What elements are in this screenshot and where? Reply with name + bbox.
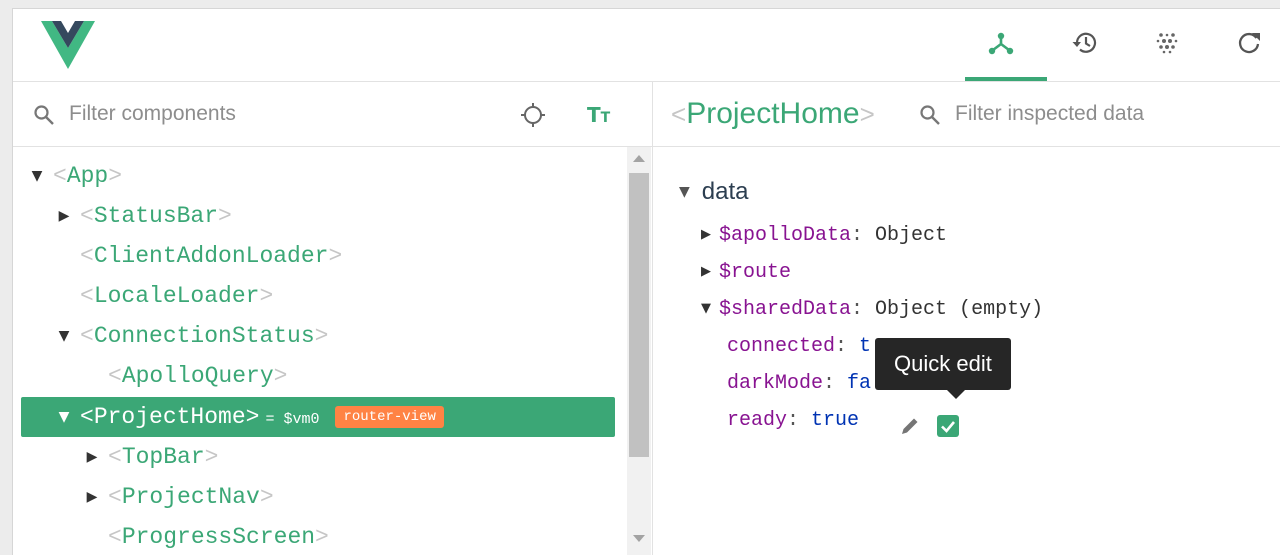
expand-arrow-icon[interactable]: ▼	[54, 397, 74, 437]
inspector-filter-bar: <ProjectHome>	[653, 82, 1280, 147]
search-icon	[920, 105, 940, 125]
expand-arrow-icon[interactable]: ▶	[82, 477, 102, 517]
top-toolbar	[13, 9, 1280, 82]
scrollbar-thumb[interactable]	[629, 173, 649, 457]
inspector-pane: <ProjectHome> ▼data ▶$apolloData: Object…	[653, 82, 1280, 555]
prop-shareddata[interactable]: ▼ $sharedData: Object (empty)	[701, 298, 1043, 321]
tree-node-clientaddonloader[interactable]: <ClientAddonLoader>	[21, 236, 615, 276]
prop-ready[interactable]: ready: true	[727, 409, 859, 432]
filter-components-input[interactable]	[69, 100, 489, 128]
quick-edit-tooltip: Quick edit	[875, 338, 1011, 390]
active-tab-indicator	[965, 77, 1047, 81]
tree-node-projectnav[interactable]: ▶ <ProjectNav>	[21, 477, 615, 517]
expand-arrow-icon[interactable]: ▶	[82, 437, 102, 477]
select-component-target-icon[interactable]	[519, 101, 547, 129]
tree-node-projecthome-selected[interactable]: ▼ <ProjectHome> = $vm0 router-view	[21, 397, 615, 437]
history-tab-button[interactable]	[1067, 25, 1103, 61]
collapse-arrow-icon[interactable]: ▼	[679, 184, 690, 200]
refresh-icon	[1238, 32, 1260, 54]
quick-edit-checkbox[interactable]	[937, 415, 959, 437]
tree-node-apolloquery[interactable]: <ApolloQuery>	[21, 356, 615, 396]
search-icon	[34, 105, 54, 125]
dots-tab-button[interactable]	[1149, 25, 1185, 61]
format-names-icon[interactable]: TT	[587, 103, 610, 127]
prop-connected[interactable]: connected: t	[727, 335, 871, 358]
component-tree: ▼ <App> ▶ <StatusBar> <ClientAddonLoader…	[13, 147, 628, 555]
prop-apollodata[interactable]: ▶ $apolloData: Object	[701, 224, 947, 247]
dots-grid-icon	[1156, 33, 1178, 54]
tree-node-statusbar[interactable]: ▶ <StatusBar>	[21, 196, 615, 236]
components-filter-bar: TT	[13, 82, 652, 147]
expand-arrow-icon[interactable]: ▼	[54, 316, 74, 356]
expand-arrow-icon[interactable]: ▼	[701, 301, 711, 316]
router-view-badge: router-view	[335, 406, 444, 428]
components-icon	[988, 32, 1014, 55]
tree-node-localeloader[interactable]: <LocaleLoader>	[21, 276, 615, 316]
pencil-edit-icon[interactable]	[899, 415, 921, 437]
filter-inspected-data-input[interactable]	[955, 100, 1265, 128]
check-icon	[941, 421, 955, 433]
tree-node-app[interactable]: ▼ <App>	[21, 156, 615, 196]
history-icon	[1072, 32, 1097, 53]
prop-darkmode[interactable]: darkMode: fa	[727, 372, 871, 395]
components-tab-button[interactable]	[983, 25, 1019, 61]
expand-arrow-icon[interactable]: ▶	[54, 196, 74, 236]
expand-arrow-icon[interactable]: ▶	[701, 227, 711, 242]
tree-node-connectionstatus[interactable]: ▼ <ConnectionStatus>	[21, 316, 615, 356]
tree-node-topbar[interactable]: ▶ <TopBar>	[21, 437, 615, 477]
components-pane: TT ▼ <App> ▶ <StatusBar> <ClientAddonLoa…	[13, 82, 653, 555]
expand-arrow-icon[interactable]: ▼	[27, 156, 47, 196]
refresh-button[interactable]	[1231, 25, 1267, 61]
scroll-up-arrow-icon[interactable]	[633, 155, 645, 162]
prop-route[interactable]: ▶ $route	[701, 261, 791, 284]
expand-arrow-icon[interactable]: ▶	[701, 264, 711, 279]
vm-reference: = $vm0	[265, 411, 320, 428]
inspected-component-title: <ProjectHome>	[671, 97, 875, 130]
tooltip-arrow	[947, 390, 965, 399]
scroll-down-arrow-icon[interactable]	[633, 535, 645, 542]
tree-node-progressscreen[interactable]: <ProgressScreen>	[21, 517, 615, 555]
tree-scrollbar[interactable]	[627, 147, 651, 555]
vue-logo-icon[interactable]	[41, 21, 95, 69]
data-section-header[interactable]: ▼ data	[679, 178, 749, 206]
devtools-window: TT ▼ <App> ▶ <StatusBar> <ClientAddonLoa…	[12, 8, 1280, 555]
